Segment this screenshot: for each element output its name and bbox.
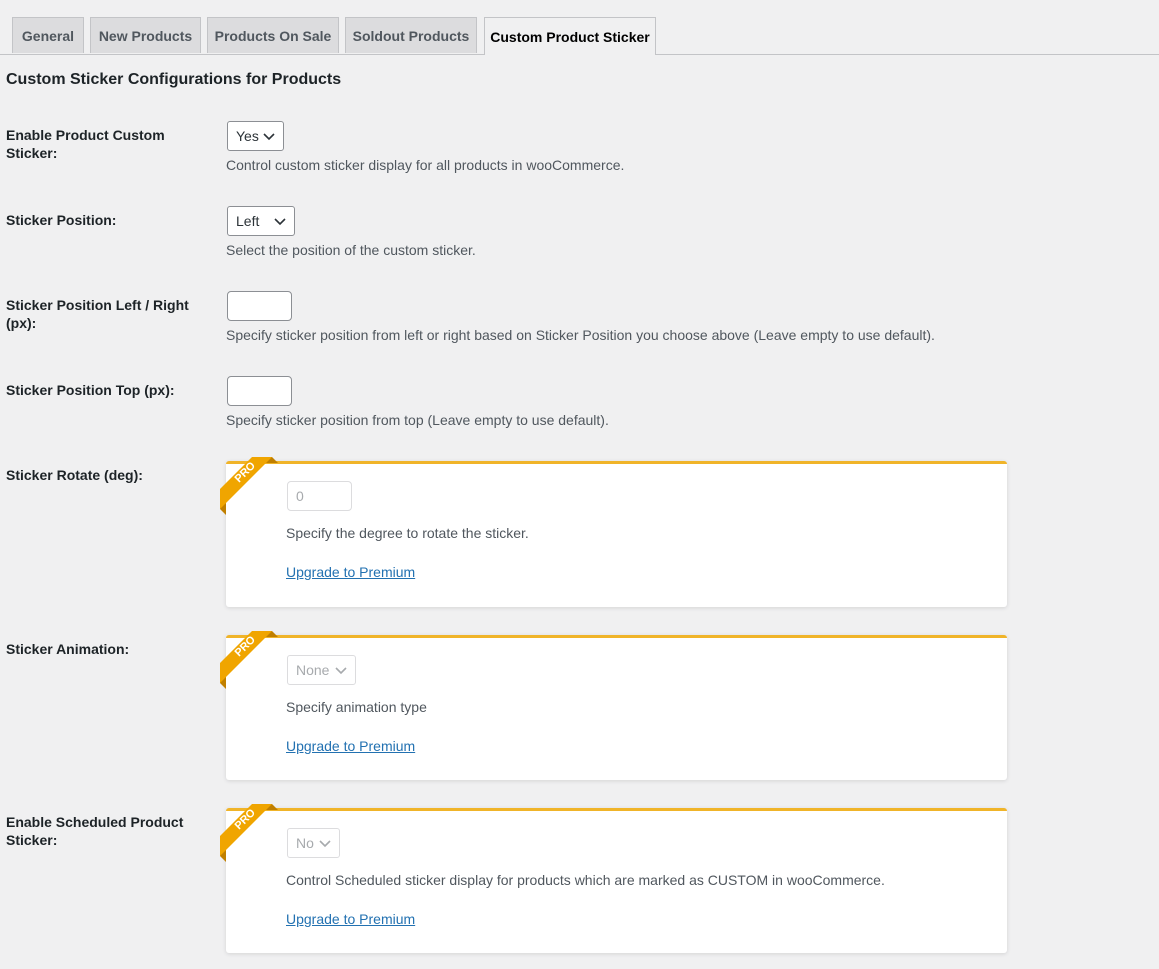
sticker-rotate-input[interactable]: 0 (287, 481, 352, 511)
upgrade-to-premium-link[interactable]: Upgrade to Premium (286, 564, 415, 580)
pro-ribbon-icon: PRO (220, 631, 278, 689)
sticker-rotate-description: Specify the degree to rotate the sticker… (286, 525, 529, 541)
sticker-top-label: Sticker Position Top (px): (6, 382, 175, 398)
sticker-position-label: Sticker Position: (6, 212, 117, 228)
sticker-animation-pro-box: PRO None Specify animation type Upgrade … (220, 631, 1007, 780)
chevron-down-icon (335, 667, 347, 675)
scheduled-sticker-value: No (296, 835, 314, 851)
scheduled-sticker-description: Control Scheduled sticker display for pr… (286, 872, 885, 888)
sticker-top-input[interactable] (227, 376, 292, 406)
sticker-animation-label: Sticker Animation: (6, 641, 130, 657)
sticker-animation-select[interactable]: None (287, 655, 356, 685)
enable-sticker-value: Yes (236, 128, 259, 144)
enable-sticker-select[interactable]: Yes (227, 121, 284, 151)
upgrade-to-premium-link[interactable]: Upgrade to Premium (286, 738, 415, 754)
sticker-position-description: Select the position of the custom sticke… (226, 242, 476, 258)
upgrade-to-premium-link[interactable]: Upgrade to Premium (286, 911, 415, 927)
tab-general[interactable]: General (12, 17, 84, 53)
scheduled-sticker-select[interactable]: No (287, 828, 340, 858)
chevron-down-icon (263, 133, 275, 141)
sticker-animation-description: Specify animation type (286, 699, 427, 715)
chevron-down-icon (319, 840, 331, 848)
sticker-position-select[interactable]: Left (227, 206, 295, 236)
sticker-rotate-pro-box: PRO 0 Specify the degree to rotate the s… (220, 457, 1007, 607)
enable-sticker-description: Control custom sticker display for all p… (226, 157, 625, 173)
scheduled-sticker-pro-box: PRO No Control Scheduled sticker display… (220, 804, 1007, 953)
tab-products-on-sale[interactable]: Products On Sale (207, 17, 339, 53)
sticker-left-right-label: Sticker Position Left / Right (px): (6, 297, 189, 331)
sticker-left-right-input[interactable] (227, 291, 292, 321)
tab-custom-product-sticker[interactable]: Custom Product Sticker (484, 17, 656, 55)
tab-soldout-products[interactable]: Soldout Products (345, 17, 477, 53)
enable-sticker-label: Enable Product Custom Sticker: (6, 127, 165, 161)
tab-new-products[interactable]: New Products (90, 17, 201, 53)
sticker-top-description: Specify sticker position from top (Leave… (226, 412, 609, 428)
pro-ribbon-icon: PRO (220, 804, 278, 862)
scheduled-sticker-label: Enable Scheduled Product Sticker: (6, 814, 184, 848)
sticker-rotate-label: Sticker Rotate (deg): (6, 467, 143, 483)
sticker-animation-value: None (296, 662, 330, 678)
tab-bar: General New Products Products On Sale So… (0, 0, 1159, 55)
section-title: Custom Sticker Configurations for Produc… (6, 71, 342, 88)
sticker-position-value: Left (236, 213, 260, 229)
pro-ribbon-icon: PRO (220, 457, 278, 515)
sticker-left-right-description: Specify sticker position from left or ri… (226, 327, 935, 343)
chevron-down-icon (274, 218, 286, 226)
